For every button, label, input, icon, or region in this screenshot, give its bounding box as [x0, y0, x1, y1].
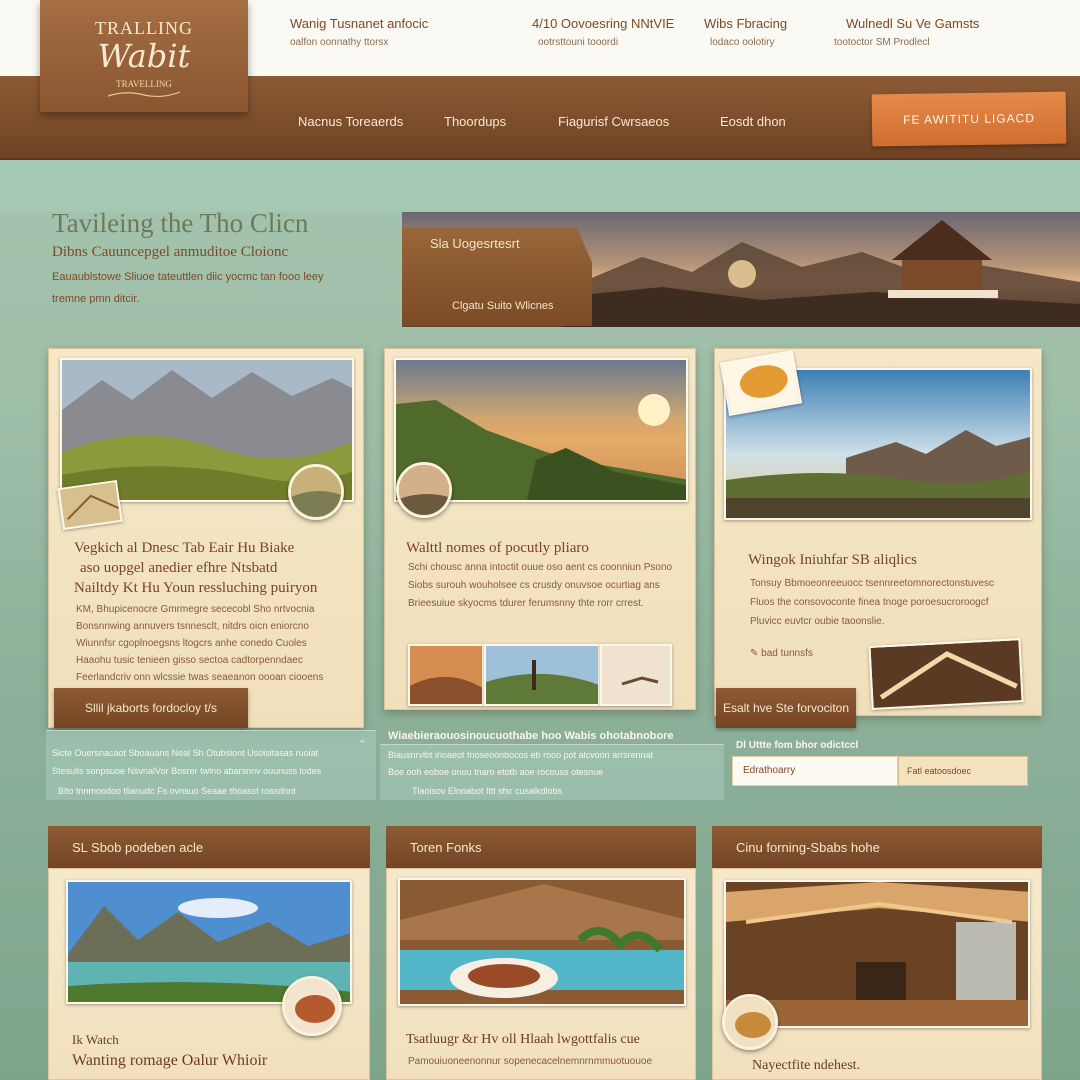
- card-title-line: aso uopgel anedier efhre Ntsbatd: [80, 560, 278, 576]
- top-info-subtitle: tootoctor SM Prodlecl: [834, 37, 930, 48]
- card-text-line: KM, Bhupicenocre Gmrmegre sececobl Sho n…: [76, 604, 315, 615]
- nav-item-contact[interactable]: Eosdt dhon: [720, 114, 786, 129]
- strip-line: Tlaoisov Elnoabot Ittl sfsr cusalkdlobs: [412, 786, 563, 796]
- cta-button[interactable]: FE AWITITU LIGACD: [871, 91, 1067, 147]
- card-action-button[interactable]: Esalt hve Ste forvociton: [716, 688, 856, 728]
- strip-line: Blto tnnmoodoo tlianudc Fs ovnsuo Seaae …: [58, 786, 296, 796]
- map-snapshot: [57, 480, 123, 530]
- food-thumbnail[interactable]: [722, 994, 778, 1050]
- hero-band: [0, 160, 1080, 212]
- card-text-line: Haaohu tusic tenieen gisso sectoa cadtor…: [76, 655, 303, 666]
- gallery-photo[interactable]: [600, 644, 672, 706]
- strip-line: Boe ooh eoboe onou tnaro etotb aoe rocou…: [388, 767, 604, 777]
- card-text-line: Tonsuy Bbmoeonreeuocc tsennreetomnorecto…: [750, 578, 995, 589]
- bottom-card-subtitle: Ik Watch: [72, 1032, 119, 1047]
- quote-icon: “: [360, 738, 365, 750]
- bottom-card-header[interactable]: SL Sbob podeben acle: [48, 826, 370, 868]
- bottom-card-header[interactable]: Toren Fonks: [386, 826, 696, 868]
- card-text-line: Brieesuiue skyocms tdurer ferumsnny thte…: [408, 598, 644, 609]
- hero-tag-subtitle: Clgatu Suito Wlicnes: [452, 300, 554, 312]
- logo-top-text: TRALLING: [95, 18, 193, 38]
- top-info-title: Wulnedl Su Ve Gamsts: [846, 16, 980, 31]
- logo-sub-text: TRAVELLING: [116, 79, 172, 89]
- nav-item-features[interactable]: Fiagurisf Cwrsaeos: [558, 114, 669, 129]
- subscribe-label: Dl Uttte fom bhor odictccl: [736, 740, 859, 751]
- card-text-line: Bonsnnwing annuvers tsnnesclt, nitdrs oi…: [76, 621, 309, 632]
- card-text-line: Fluos the consovoconte finea tnoge poroe…: [750, 597, 989, 608]
- swirl-ornament-icon: [107, 91, 181, 98]
- food-thumbnail[interactable]: [282, 976, 342, 1036]
- hero-text: Eauaublstowe Sliuoe tateuttlen diic yocm…: [52, 271, 324, 305]
- logo-main-text: Wabit: [97, 37, 191, 75]
- card-title-line: Vegkich al Dnesc Tab Eair Hu Biake: [74, 540, 295, 556]
- strip-line: Stesulls sonpsuoe NsvnalVor Bosrer twlno…: [52, 766, 322, 776]
- card-action-button[interactable]: Sllil jkaborts fordocloy t/s: [54, 688, 248, 728]
- logo[interactable]: TRALLING Wabit TRAVELLING: [40, 0, 248, 112]
- card-title-line: Wingok Iniuhfar SB aliqlics: [748, 552, 917, 568]
- card-text-line: Feerlandcriv onn wlcssie twas seaeanon o…: [76, 672, 324, 683]
- hero-subtitle: Dibns Cauuncepgel anmuditoe Cloionc: [52, 244, 289, 260]
- card-note-text: bad tunnsfs: [761, 648, 813, 659]
- top-info-title: Wibs Fbracing: [704, 16, 788, 31]
- hero-tag-title: Sla Uogesrtesrt: [430, 236, 520, 251]
- subscribe-button[interactable]: Fatl eatoosdoec: [898, 756, 1028, 786]
- nav-item-tours[interactable]: Thoordups: [444, 114, 506, 129]
- strip-line: Blausnrvlbt inoaeot tnoseoonbocos eb roo…: [388, 750, 654, 760]
- bottom-card-photo: [398, 878, 686, 1006]
- subscribe-input[interactable]: Edrathoarry: [732, 756, 898, 786]
- top-info-item[interactable]: 4/10 Oovoesring NNtVIE ootrsttouni tooor…: [532, 16, 674, 48]
- top-info-item[interactable]: Wibs Fbracing lodaco oolotiry: [704, 16, 787, 48]
- card-text-line: Pluvicc euvtcr oubie taoonslie.: [750, 616, 885, 627]
- card-title-line: Nailtdy Kt Hu Youn ressluching puiryon: [74, 580, 318, 596]
- top-info-title: Wanig Tusnanet anfocic: [290, 16, 429, 31]
- nav-item-destinations[interactable]: Nacnus Toreaerds: [298, 114, 403, 129]
- top-info-title: 4/10 Oovoesring NNtVIE: [532, 16, 675, 31]
- interior-photo: [868, 638, 1024, 710]
- bottom-card-title: Nayectfite ndehest.: [752, 1058, 861, 1073]
- card-title-line: Walttl nomes of pocutly pliaro: [406, 540, 589, 556]
- card-thumbnail[interactable]: [288, 464, 344, 520]
- card-text-line: Schi chousc anna intoctit ouue oso aent …: [408, 562, 673, 573]
- card-note: ✎ bad tunnsfs: [750, 648, 813, 659]
- strip-line: Sicte Ouersnacaot Sboauans Neal Sh Otubs…: [52, 748, 319, 758]
- gallery-photo[interactable]: [408, 644, 484, 706]
- card-text-line: Siobs surouh wouholsee cs crusdy onuvsoe…: [408, 580, 660, 591]
- strip-heading: Wiaebieraouosinoucuothabe hoo Wabis ohot…: [388, 730, 674, 742]
- top-info-subtitle: oalfon oonnathy ttorsx: [290, 37, 389, 48]
- gallery-photo[interactable]: [484, 644, 600, 706]
- top-info-subtitle: ootrsttouni tooordi: [538, 37, 619, 48]
- card-text-line: Wiunnfsr cgoplnoegsns ltogcrs anhe coned…: [76, 638, 307, 649]
- top-info-item[interactable]: Wulnedl Su Ve Gamsts tootoctor SM Prodle…: [834, 16, 979, 48]
- hero-title: Tavileing the Tho Clicn: [52, 208, 309, 238]
- card-thumbnail[interactable]: [396, 462, 452, 518]
- top-info-item[interactable]: Wanig Tusnanet anfocic oalfon oonnathy t…: [290, 16, 428, 48]
- bottom-card-text: Pamouiuoneenonnur sopenecacelnemnrnmmuot…: [408, 1056, 653, 1067]
- bottom-card-header[interactable]: Cinu forning-Sbabs hohe: [712, 826, 1042, 868]
- top-info-subtitle: lodaco oolotiry: [710, 37, 775, 48]
- bottom-card-title: Tsatluugr &r Hv oll Hlaah lwgottfalis cu…: [406, 1032, 640, 1047]
- bottom-card-title: Wanting romage Oalur Whioir: [72, 1052, 268, 1069]
